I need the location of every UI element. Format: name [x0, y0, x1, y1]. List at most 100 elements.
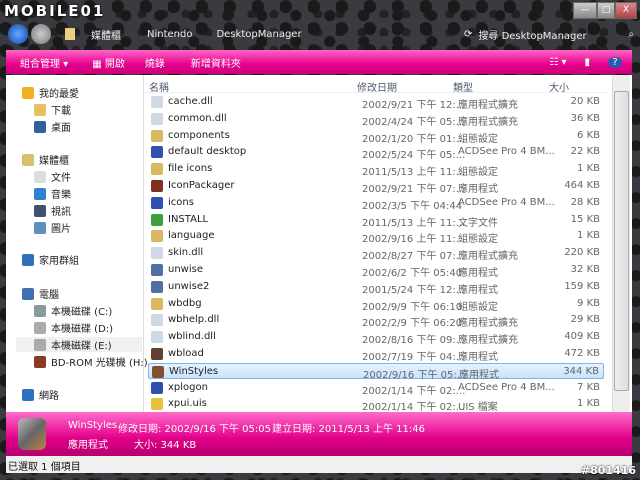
file-size: 15 KB	[570, 213, 600, 225]
file-name: WinStyles	[169, 365, 219, 377]
file-row[interactable]: skin.dll 2002/8/27 下午 07:... 應用程式擴充 220 …	[148, 245, 604, 262]
file-size: 220 KB	[564, 247, 600, 259]
drive-icon	[34, 338, 46, 351]
new-folder-button[interactable]: 新增資料夾	[191, 55, 241, 70]
navigation-pane: 我的最愛下載桌面媒體櫃文件音樂視訊圖片家用群組電腦本機磁碟 (C:) 本機磁碟 (…	[6, 75, 148, 412]
column-header: 名稱 修改日期 類型 大小	[145, 77, 607, 94]
sidebar-item[interactable]: 網路	[22, 387, 59, 402]
file-date: 2002/9/21 下午 07:...	[362, 184, 466, 195]
file-row[interactable]: file icons 2011/5/13 上午 11:... 組態設定 1 KB	[148, 161, 604, 179]
file-list: 名稱 修改日期 類型 大小 cache.dll 2002/9/21 下午 12:…	[145, 75, 607, 413]
sidebar-item-label: 本機磁碟 (E:)	[51, 341, 112, 352]
file-name: skin.dll	[168, 247, 204, 259]
file-row[interactable]: xpui.uis 2002/1/14 下午 02:... UIS 檔案 1 KB	[148, 396, 604, 413]
preview-pane-icon[interactable]: ▮	[584, 57, 590, 68]
file-row[interactable]: wblind.dll 2002/8/16 下午 09:... 應用程式擴充 40…	[148, 329, 604, 347]
burn-button[interactable]: 燒錄	[145, 55, 165, 70]
library-icon	[22, 153, 34, 166]
file-row[interactable]: INSTALL 2011/5/13 上午 11:... 文字文件 15 KB	[148, 212, 604, 229]
vertical-scrollbar[interactable]	[612, 75, 630, 412]
file-date: 2002/6/2 下午 05:40	[362, 268, 463, 279]
file-type: 組態設定	[458, 167, 498, 179]
sidebar-item[interactable]: 圖片	[34, 220, 71, 235]
file-type: 應用程式	[458, 268, 498, 279]
bd-rom-icon	[34, 355, 46, 368]
file-row[interactable]: wbload 2002/7/19 下午 04:... 應用程式 472 KB	[148, 346, 604, 363]
open-button[interactable]: ▦ 開啟	[92, 55, 125, 70]
search-input[interactable]: 搜尋 DesktopManager	[478, 27, 628, 42]
breadcrumb-item[interactable]: Nintendo	[147, 29, 192, 40]
document-icon	[34, 170, 46, 183]
file-icon	[151, 398, 163, 411]
file-row[interactable]: components 2002/1/20 下午 01:... 組態設定 6 KB	[148, 128, 604, 145]
help-icon[interactable]: ?	[608, 56, 622, 68]
file-size: 20 KB	[570, 96, 600, 107]
file-type: 應用程式擴充	[458, 116, 518, 128]
file-type: 應用程式擴充	[458, 318, 518, 330]
file-date: 2011/5/13 上午 11:...	[362, 167, 466, 179]
details-pane: WinStyles 修改日期: 2002/9/16 下午 05:05 建立日期:…	[6, 412, 632, 456]
file-icon	[151, 264, 163, 276]
file-row[interactable]: language 2002/9/16 上午 11:... 組態設定 1 KB	[148, 228, 604, 245]
file-row[interactable]: icons 2002/3/5 下午 04:44 ACDSee Pro 4 BM.…	[148, 195, 604, 212]
file-type: ACDSee Pro 4 BM...	[458, 196, 555, 208]
detail-type: 應用程式	[68, 440, 108, 451]
column-size[interactable]: 大小	[549, 79, 569, 94]
back-button[interactable]	[8, 24, 28, 44]
sidebar-item[interactable]: 家用群組	[22, 252, 79, 267]
sidebar-item[interactable]: 音樂	[34, 186, 71, 201]
column-date[interactable]: 修改日期	[357, 79, 397, 94]
file-size: 6 KB	[577, 129, 600, 141]
file-icon	[151, 180, 163, 192]
minimize-button[interactable]: —	[573, 2, 597, 19]
file-row[interactable]: unwise 2002/6/2 下午 05:40 應用程式 32 KB	[148, 262, 604, 279]
sidebar-item[interactable]: 媒體櫃	[22, 152, 69, 167]
file-row[interactable]: wbhelp.dll 2002/2/9 下午 06:20 應用程式擴充 29 K…	[148, 312, 604, 330]
sidebar-item[interactable]: 桌面	[34, 119, 71, 134]
sidebar-item[interactable]: 視訊	[34, 203, 71, 218]
file-size: 1 KB	[577, 163, 600, 175]
file-row[interactable]: common.dll 2002/4/24 下午 05:... 應用程式擴充 36…	[148, 111, 604, 128]
file-row[interactable]: xplogon 2002/1/14 下午 02:... ACDSee Pro 4…	[148, 380, 604, 397]
column-name[interactable]: 名稱	[149, 79, 169, 94]
drive-icon	[34, 321, 46, 334]
file-name: unwise2	[168, 280, 210, 292]
breadcrumb-item[interactable]: DesktopManager	[216, 29, 301, 40]
sidebar-item[interactable]: 下載	[34, 102, 71, 117]
detail-created: 建立日期: 2011/5/13 上午 11:46	[272, 424, 425, 435]
forward-button[interactable]	[31, 24, 51, 44]
sidebar-item[interactable]: 我的最愛	[22, 85, 79, 100]
sidebar-item-label: 圖片	[51, 224, 71, 235]
file-row[interactable]: unwise2 2001/5/24 下午 12:... 應用程式 159 KB	[148, 279, 604, 296]
column-type[interactable]: 類型	[453, 79, 473, 94]
file-type: 組態設定	[458, 133, 498, 145]
file-row[interactable]: IconPackager 2002/9/21 下午 07:... 應用程式 46…	[148, 178, 604, 195]
sidebar-item[interactable]: 文件	[34, 169, 71, 184]
file-date: 2002/8/16 下午 09:...	[362, 335, 466, 347]
breadcrumb-item[interactable]: 媒體櫃	[91, 27, 121, 42]
file-name: wbhelp.dll	[168, 314, 220, 326]
file-date: 2001/5/24 下午 12:...	[362, 284, 466, 296]
search-icon[interactable]: ⌕	[628, 29, 634, 40]
sidebar-item[interactable]: 本機磁碟 (D:)	[34, 320, 113, 335]
sidebar-item[interactable]: 電腦	[22, 286, 59, 301]
detail-size: 大小: 344 KB	[134, 440, 197, 451]
close-button[interactable]: X	[615, 2, 637, 19]
sidebar-item[interactable]: 本機磁碟 (C:)	[34, 303, 112, 318]
file-row[interactable]: wbdbg 2002/9/9 下午 06:10 組態設定 9 KB	[148, 296, 604, 313]
sidebar-item[interactable]: BD-ROM 光碟機 (H:)	[34, 354, 148, 369]
detail-modified: 修改日期: 2002/9/16 下午 05:05	[118, 424, 271, 435]
folder-icon	[65, 28, 75, 40]
file-size: 344 KB	[563, 365, 599, 377]
refresh-icon[interactable]: ⟳	[464, 29, 472, 40]
view-options-icon[interactable]: ☷ ▾	[549, 57, 566, 68]
sidebar-item[interactable]: 本機磁碟 (E:)	[16, 337, 142, 352]
file-type: 組態設定	[458, 301, 498, 313]
scrollbar-thumb[interactable]	[614, 91, 629, 391]
organize-button[interactable]: 組合管理 ▾	[20, 55, 68, 70]
file-icon	[151, 112, 163, 125]
maximize-button[interactable]: □	[597, 2, 615, 19]
file-row[interactable]: cache.dll 2002/9/21 下午 12:... 應用程式擴充 20 …	[148, 94, 604, 111]
file-row[interactable]: WinStyles 2002/9/16 下午 05:... 應用程式 344 K…	[148, 362, 604, 381]
file-row[interactable]: default desktop 2002/5/24 下午 05:... ACDS…	[148, 144, 604, 161]
